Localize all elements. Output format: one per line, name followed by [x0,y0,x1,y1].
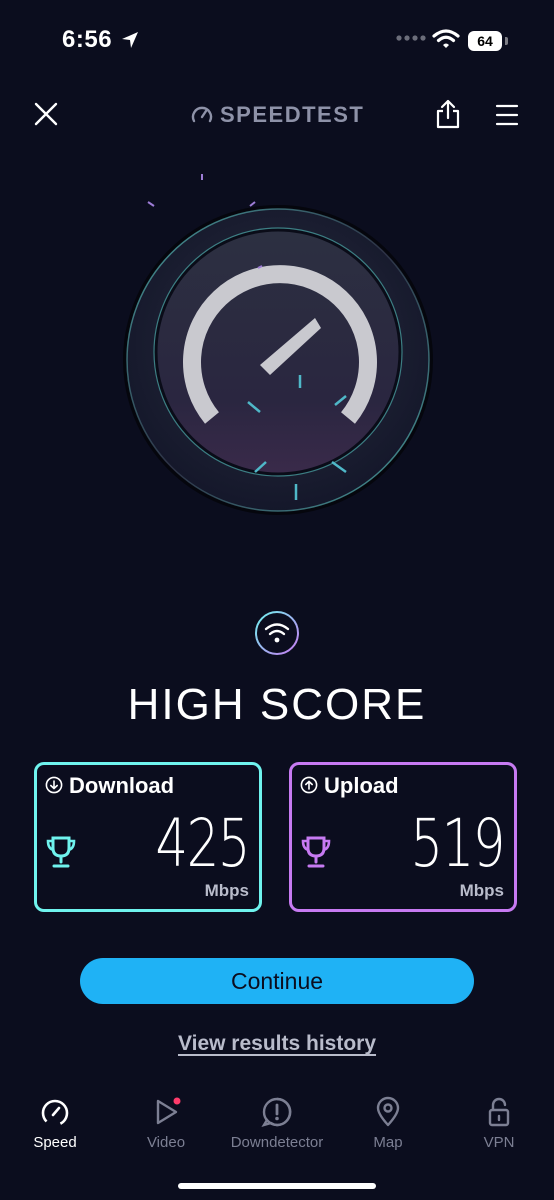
upload-card: Upload 519 Mbps [289,762,517,912]
tab-map[interactable]: Map [333,1090,443,1160]
download-value: 425 [155,805,250,882]
continue-button[interactable]: Continue [80,958,474,1004]
menu-button[interactable] [494,102,520,128]
upload-value: 519 [410,805,505,882]
download-label: Download [69,773,175,798]
tab-label: Speed [33,1134,77,1151]
view-results-history-link[interactable]: View results history [0,1032,554,1056]
tab-label: Video [146,1134,186,1151]
tab-label: VPN [483,1134,515,1151]
upload-unit: Mbps [459,881,504,900]
tab-speed[interactable]: Speed [0,1090,110,1160]
wifi-status-icon [432,29,460,48]
status-time: 6:56 [62,26,113,53]
home-indicator [178,1183,376,1189]
tab-video[interactable]: Video [111,1090,221,1160]
trophy-icon [301,836,331,868]
speed-gauge [123,174,433,515]
alert-icon [261,1097,292,1127]
close-button[interactable] [30,98,62,130]
battery-level: 64 [468,31,502,51]
location-arrow-icon [122,32,138,48]
battery-cap [505,37,508,45]
download-unit: Mbps [204,881,249,900]
brand-logo: SPEEDTEST [190,100,370,130]
tab-label: Downdetector [230,1134,324,1151]
speedometer-icon [41,1099,69,1127]
speedtest-logo-icon [191,106,213,123]
map-pin-icon [376,1096,400,1127]
download-arrow-icon [45,776,63,794]
play-icon [156,1097,181,1125]
tab-vpn[interactable]: VPN [444,1090,554,1160]
bottom-tab-bar: Speed Video Downdetector Map VPN [0,1090,554,1160]
signal-dots-icon [396,35,426,41]
trophy-icon [46,836,76,868]
tab-downdetector[interactable]: Downdetector [222,1090,332,1160]
lock-icon [488,1097,510,1127]
brand-name: SPEEDTEST [220,102,365,127]
upload-label: Upload [324,773,399,798]
notification-dot [173,1097,181,1105]
score-label: HIGH SCORE [127,680,427,729]
tab-label: Map [373,1134,403,1151]
wifi-connection-icon [255,611,299,655]
share-button[interactable] [434,98,462,130]
battery-indicator: 64 [468,31,508,51]
upload-arrow-icon [300,776,318,794]
download-card: Download 425 Mbps [34,762,262,912]
